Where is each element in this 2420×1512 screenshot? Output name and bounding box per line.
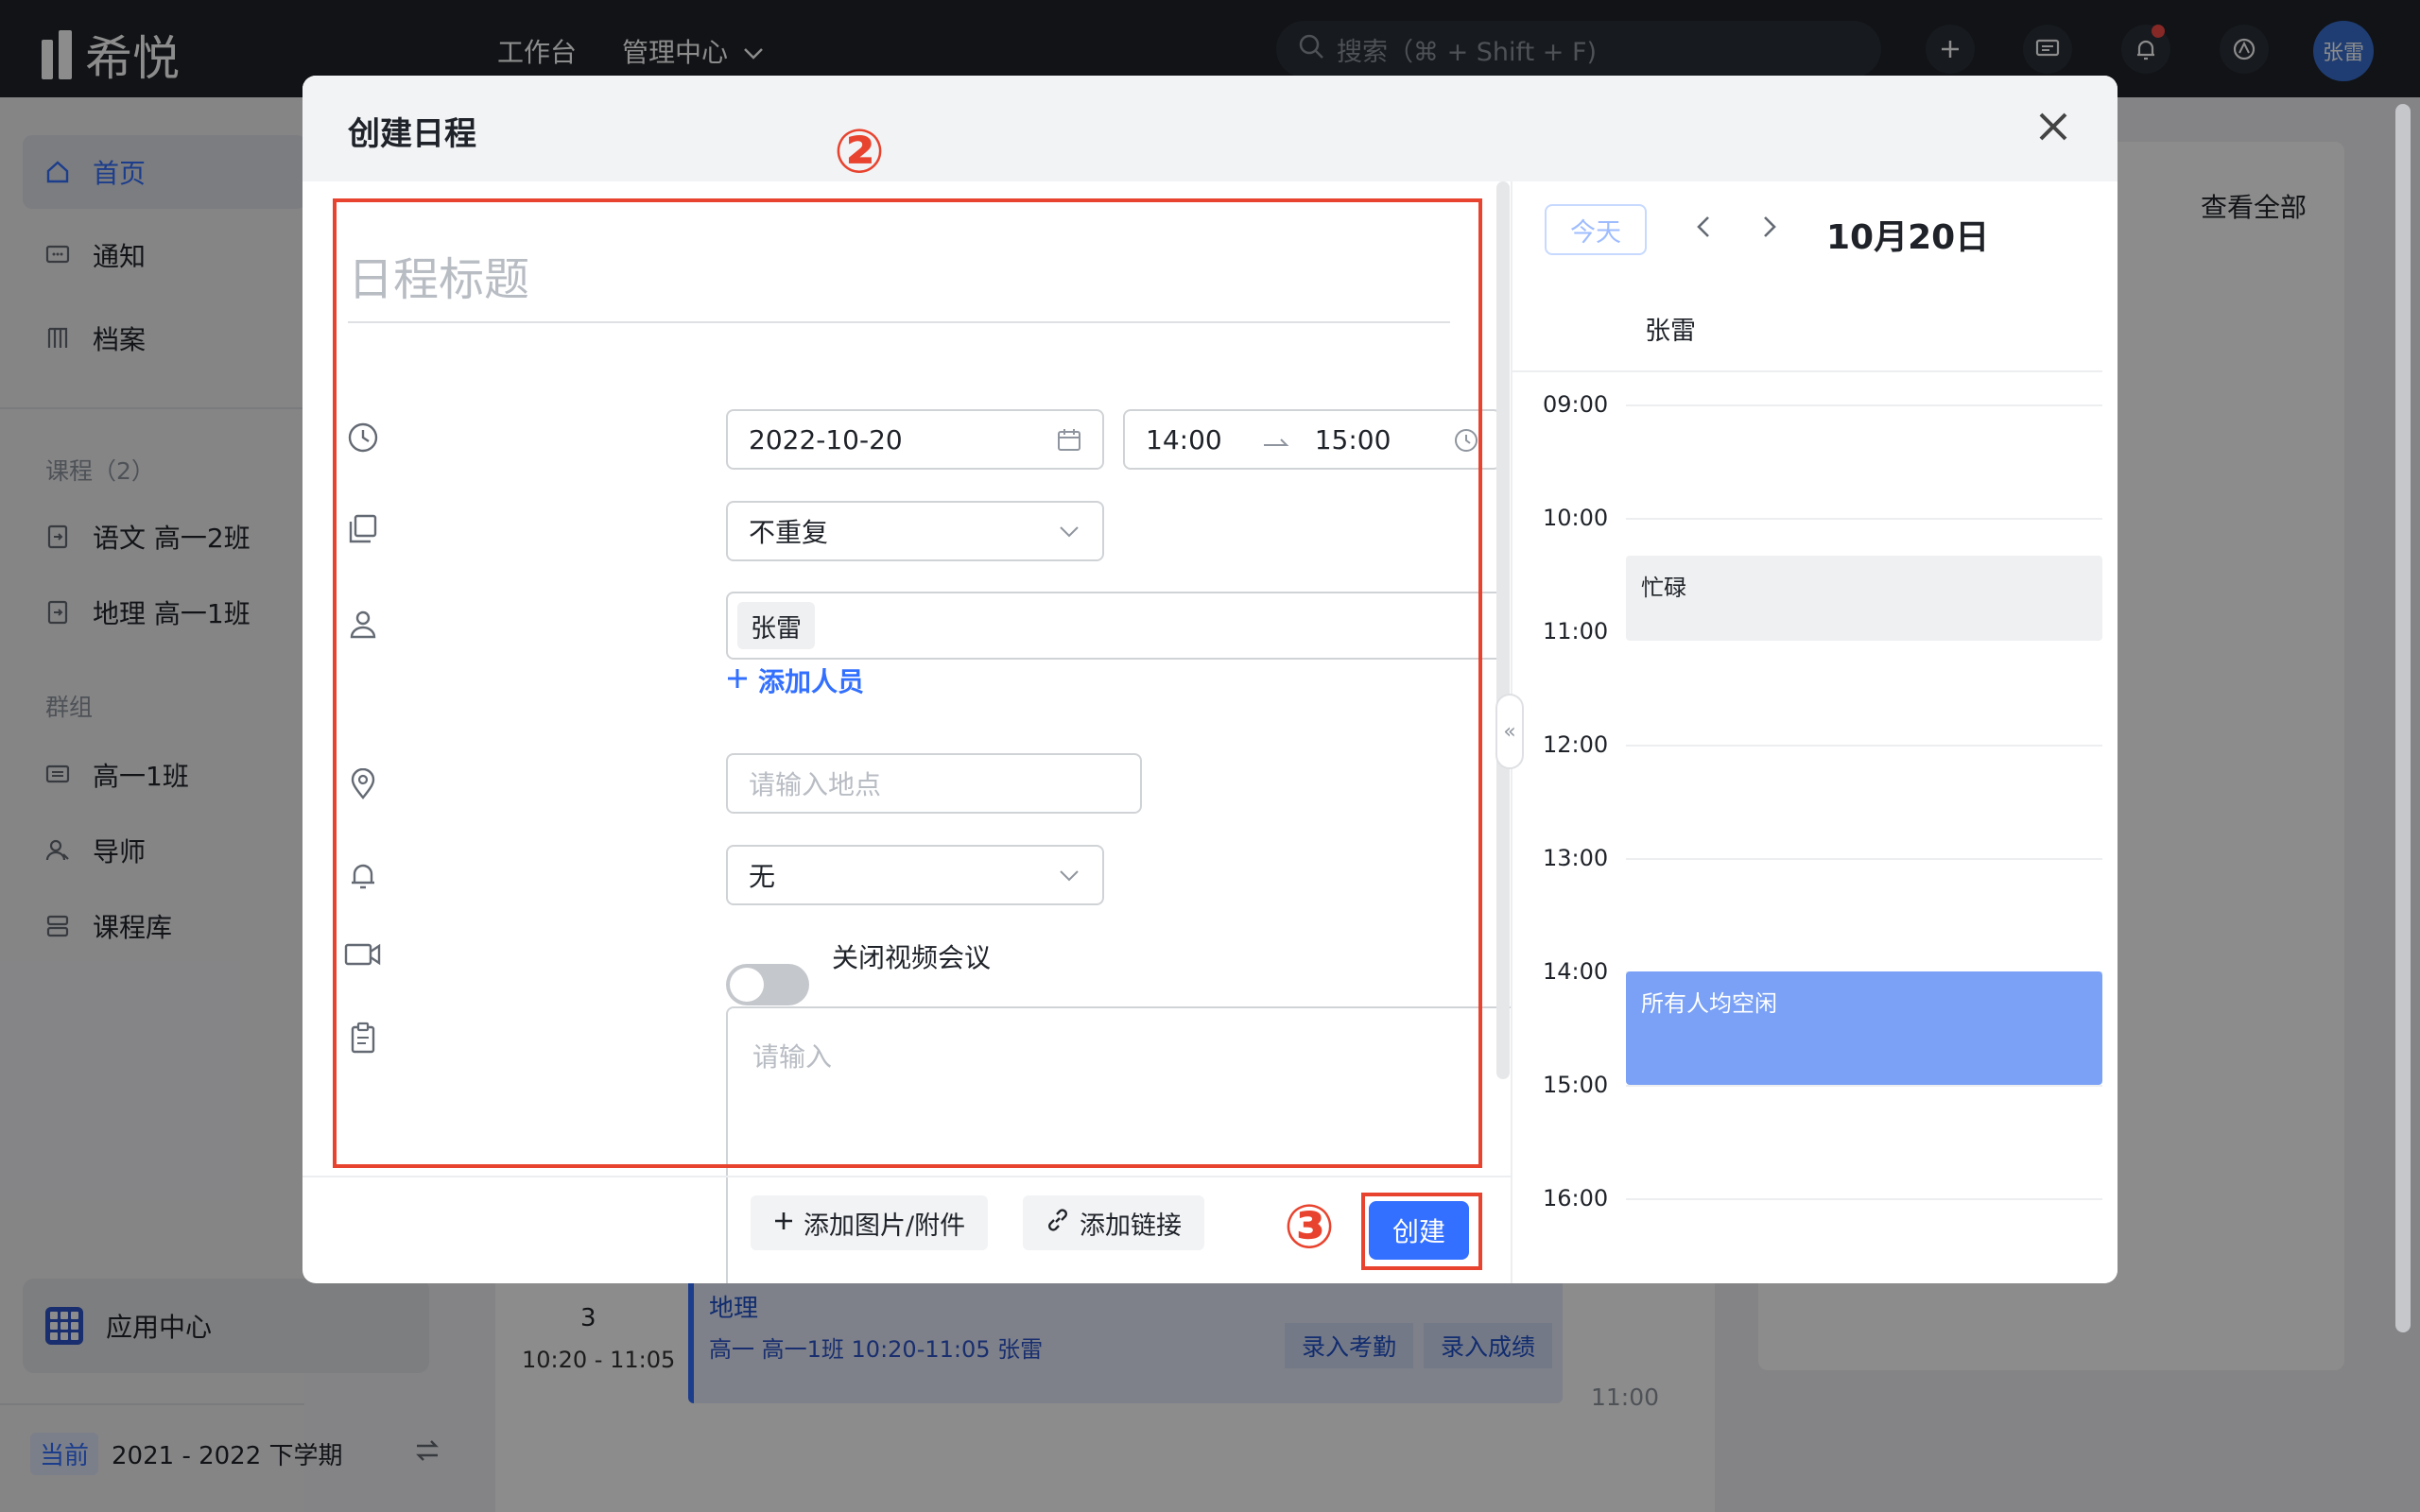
collapse-panel-icon[interactable]: « — [1495, 694, 1524, 769]
chevron-left-icon[interactable] — [1685, 208, 1722, 246]
hour-label: 13:00 — [1543, 845, 1609, 871]
hour-label: 16:00 — [1543, 1185, 1609, 1211]
annotation-box-form — [333, 198, 1482, 1168]
calendar-panel: 今天 10月20日 张雷 09:00 10:00 11:00 12:00 13:00 14… — [1511, 181, 2118, 1283]
page-scrollbar[interactable] — [2395, 104, 2411, 1332]
annotation-number: ③ — [1284, 1193, 1336, 1263]
hour-line — [1626, 518, 2102, 520]
hour-label: 10:00 — [1543, 505, 1609, 531]
hour-line — [1626, 745, 2102, 747]
hour-line — [1626, 858, 2102, 860]
chevron-right-icon[interactable] — [1751, 208, 1789, 246]
form-scrollbar[interactable] — [1496, 181, 1510, 1079]
hour-label: 15:00 — [1543, 1072, 1609, 1098]
hour-line — [1626, 404, 2102, 406]
hour-line — [1626, 1085, 2102, 1087]
annotation-number: ② — [834, 117, 886, 187]
calendar-date: 10月20日 — [1826, 218, 1990, 257]
calendar-person: 张雷 — [1645, 317, 1696, 346]
hour-label: 12:00 — [1543, 731, 1609, 758]
hour-line — [1626, 1198, 2102, 1200]
annotation-box-create — [1361, 1193, 1482, 1270]
hour-label: 09:00 — [1543, 391, 1609, 418]
calendar-divider — [1512, 370, 2102, 372]
dialog-title: 创建日程 — [348, 115, 476, 153]
today-button[interactable]: 今天 — [1545, 204, 1647, 255]
busy-event[interactable]: 忙碌 — [1626, 556, 2102, 641]
hour-label: 11:00 — [1543, 618, 1609, 644]
free-slot-event[interactable]: 所有人均空闲 — [1626, 971, 2102, 1085]
dialog-header: 创建日程 — [302, 76, 2118, 181]
close-icon[interactable] — [2027, 100, 2080, 153]
hour-label: 14:00 — [1543, 958, 1609, 985]
